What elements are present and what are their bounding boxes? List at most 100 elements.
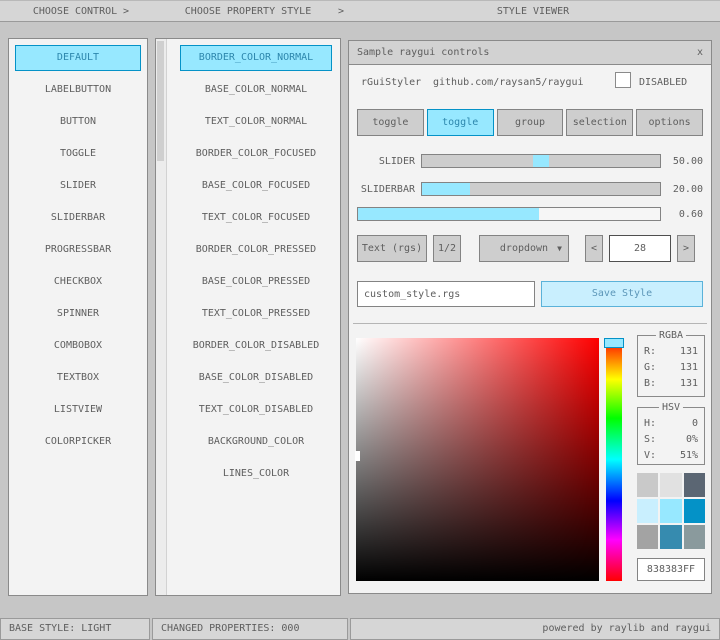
rgba-groupbox: RGBA R:131G:131B:131 (637, 335, 705, 397)
toggle-option[interactable]: selection (566, 109, 633, 136)
nav-label: STYLE VIEWER (346, 1, 720, 22)
status-base-style: BASE STYLE: LIGHT (0, 618, 150, 640)
list-item[interactable]: SLIDERBAR (15, 205, 141, 231)
scrollbar-thumb[interactable] (157, 41, 164, 161)
rgba-title: RGBA (656, 330, 686, 341)
style-viewer-window: Sample raygui controls x rGuiStyler gith… (348, 40, 712, 594)
list-item[interactable]: TEXT_COLOR_NORMAL (180, 109, 332, 135)
sliderbar-value: 20.00 (667, 184, 703, 195)
list-item[interactable]: BASE_COLOR_NORMAL (180, 77, 332, 103)
toggle-option[interactable]: toggle (427, 109, 494, 136)
style-swatch-grid (637, 473, 705, 549)
style-color-swatch[interactable] (660, 499, 681, 523)
style-color-swatch[interactable] (637, 525, 658, 549)
save-row: Save Style (357, 281, 703, 307)
list-item[interactable]: TEXT_COLOR_DISABLED (180, 397, 332, 423)
list-item[interactable]: BORDER_COLOR_NORMAL (180, 45, 332, 71)
style-color-swatch[interactable] (684, 473, 705, 497)
list-item[interactable]: BASE_COLOR_PRESSED (180, 269, 332, 295)
nav-section-choose-control: CHOOSE CONTROL > (0, 1, 150, 21)
list-item[interactable]: TOGGLE (15, 141, 141, 167)
list-item[interactable]: SPINNER (15, 301, 141, 327)
list-item[interactable]: TEXT_COLOR_PRESSED (180, 301, 332, 327)
toggle-group: toggletogglegroupselectionoptions (357, 109, 703, 136)
style-color-swatch[interactable] (660, 473, 681, 497)
list-item[interactable]: DEFAULT (15, 45, 141, 71)
properties-list: BORDER_COLOR_NORMAL BASE_COLOR_NORMAL TEXT… (166, 39, 340, 493)
hue-bar[interactable] (606, 338, 622, 581)
slider-row: SLIDER 50.00 (357, 153, 703, 169)
style-color-swatch[interactable] (684, 499, 705, 523)
dropdown-selected-label: dropdown (500, 243, 548, 254)
status-changed-properties: CHANGED PROPERTIES: 000 (152, 618, 348, 640)
progressbar-fill (358, 208, 539, 220)
slider-track[interactable] (421, 154, 661, 168)
status-powered-by: powered by raylib and raygui (350, 618, 720, 640)
value-row: B:131 (638, 376, 704, 392)
list-item[interactable]: BORDER_COLOR_FOCUSED (180, 141, 332, 167)
list-item[interactable]: COMBOBOX (15, 333, 141, 359)
style-color-swatch[interactable] (684, 525, 705, 549)
list-item[interactable]: LABELBUTTON (15, 77, 141, 103)
slider-knob[interactable] (533, 155, 549, 167)
list-item[interactable]: COLORPICKER (15, 429, 141, 455)
value-row: R:131 (638, 344, 704, 360)
list-item[interactable]: BORDER_COLOR_PRESSED (180, 237, 332, 263)
style-color-swatch[interactable] (660, 525, 681, 549)
sliderbar-row: SLIDERBAR 20.00 (357, 181, 703, 197)
controls-list: DEFAULT LABELBUTTON BUTTON TOGGLE SLIDER SLID… (9, 39, 147, 461)
value-row: H:0 (638, 416, 704, 432)
value-row: G:131 (638, 360, 704, 376)
hsv-rows: H:0S:0%V:51% (638, 408, 704, 464)
style-color-swatch[interactable] (637, 499, 658, 523)
filename-input[interactable] (357, 281, 535, 307)
text-rgs-button[interactable]: Text (rgs) (357, 235, 427, 262)
list-item[interactable]: BACKGROUND_COLOR (180, 429, 332, 455)
value-row: V:51% (638, 448, 704, 464)
list-item[interactable]: BASE_COLOR_DISABLED (180, 365, 332, 391)
slider-label: SLIDER (357, 156, 415, 167)
divider (353, 323, 707, 324)
window-title-bar: Sample raygui controls x (349, 41, 711, 65)
list-item[interactable]: TEXT_COLOR_FOCUSED (180, 205, 332, 231)
window-title: Sample raygui controls (357, 47, 489, 58)
list-item[interactable]: BORDER_COLOR_DISABLED (180, 333, 332, 359)
list-item[interactable]: SLIDER (15, 173, 141, 199)
dropdown-box[interactable]: dropdown ▼ (479, 235, 569, 262)
toggle-option[interactable]: toggle (357, 109, 424, 136)
repo-link[interactable]: github.com/raysan5/raygui (433, 77, 584, 88)
hsv-groupbox: HSV H:0S:0%V:51% (637, 407, 705, 465)
close-icon[interactable]: x (697, 47, 703, 58)
sliderbar-fill (422, 183, 470, 195)
chevron-right-icon: > (338, 1, 344, 22)
progressbar-row: 0.60 (357, 206, 703, 222)
style-color-swatch[interactable] (637, 473, 658, 497)
spinner-decrease-button[interactable]: < (585, 235, 603, 262)
controls-listview: DEFAULT LABELBUTTON BUTTON TOGGLE SLIDER SLID… (8, 38, 148, 596)
toggle-option[interactable]: options (636, 109, 703, 136)
list-item[interactable]: BASE_COLOR_FOCUSED (180, 173, 332, 199)
hex-value-box[interactable]: 838383FF (637, 558, 705, 581)
list-item[interactable]: PROGRESSBAR (15, 237, 141, 263)
spinner-increase-button[interactable]: > (677, 235, 695, 262)
list-item[interactable]: TEXTBOX (15, 365, 141, 391)
list-item[interactable]: CHECKBOX (15, 269, 141, 295)
half-toggle-button[interactable]: 1/2 (433, 235, 461, 262)
disabled-checkbox-label: DISABLED (639, 77, 687, 88)
disabled-checkbox[interactable] (615, 72, 631, 88)
color-saturation-value-panel[interactable] (356, 338, 599, 581)
spinner-value-box[interactable]: 28 (609, 235, 671, 262)
list-item[interactable]: LINES_COLOR (180, 461, 332, 487)
toggle-option[interactable]: group (497, 109, 564, 136)
status-bar: BASE STYLE: LIGHT CHANGED PROPERTIES: 00… (0, 618, 720, 640)
save-style-button[interactable]: Save Style (541, 281, 703, 307)
chevron-right-icon: > (123, 1, 129, 22)
list-item[interactable]: BUTTON (15, 109, 141, 135)
progressbar-track (357, 207, 661, 221)
rgba-rows: R:131G:131B:131 (638, 336, 704, 392)
hue-handle[interactable] (604, 338, 624, 348)
sliderbar-track[interactable] (421, 182, 661, 196)
nav-section-choose-property-style: CHOOSE PROPERTY STYLE > (150, 1, 346, 21)
color-cursor[interactable] (355, 451, 360, 461)
list-item[interactable]: LISTVIEW (15, 397, 141, 423)
